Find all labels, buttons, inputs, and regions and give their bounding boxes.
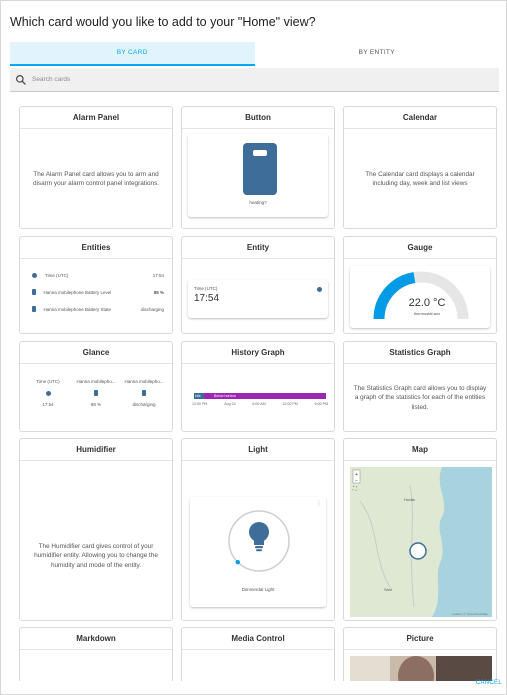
dialog-title: Which card would you like to add to your…	[10, 15, 316, 29]
history-timeline: Idle Below horizon	[194, 393, 326, 399]
card-title: Map	[344, 439, 496, 461]
history-ticks: 12:00 PM Aug 24 6:00 AM 12:00 PM 6:00 PM	[192, 402, 328, 406]
search-bar	[10, 68, 499, 92]
button-card-preview: heating?	[188, 134, 328, 217]
card-title: Button	[182, 107, 334, 129]
device-icon	[243, 143, 277, 195]
tab-by-card[interactable]: BY CARD	[10, 42, 255, 66]
glance-item: Hanna mobilepho... 88 %	[76, 379, 116, 407]
fullscreen-icon[interactable]: ⛶	[353, 486, 357, 492]
card-title: Humidifier	[20, 439, 172, 461]
card-humidifier[interactable]: Humidifier The Humidifier card gives con…	[19, 438, 173, 621]
light-name: Dimmerdal Light	[241, 587, 275, 592]
card-title: History Graph	[182, 342, 334, 364]
card-statistics-graph[interactable]: Statistics Graph The Statistics Graph ca…	[343, 341, 497, 432]
card-button[interactable]: Button heating?	[181, 106, 335, 229]
search-input[interactable]	[32, 76, 332, 83]
dialog-scrollbar[interactable]	[500, 106, 506, 681]
card-picture[interactable]: Picture	[343, 627, 497, 681]
button-label: heating?	[249, 200, 267, 205]
card-glance[interactable]: Glance Time (UTC) 17:54 Hanna mobilepho.…	[19, 341, 173, 432]
card-title: Calendar	[344, 107, 496, 129]
map-place-label: Särö	[384, 588, 393, 592]
entity-row: Time (UTC) 17:54	[32, 271, 164, 279]
card-title: Statistics Graph	[344, 342, 496, 364]
tick-label: 6:00 AM	[252, 402, 266, 406]
card-title: Alarm Panel	[20, 107, 172, 129]
entity-value: 17:54	[194, 293, 220, 304]
svg-text:−: −	[355, 478, 358, 484]
more-info-icon[interactable]: ⋮	[316, 500, 322, 507]
history-bar-below-horizon: Below horizon	[204, 393, 326, 399]
gauge-value: 22.0 °C	[408, 297, 446, 309]
map-preview: + −	[350, 467, 492, 617]
clock-icon	[45, 391, 51, 396]
card-title: Markdown	[20, 628, 172, 650]
glance-item: Time (UTC) 17:54	[36, 379, 60, 407]
card-entity[interactable]: Entity Time (UTC) 17:54	[181, 236, 335, 334]
battery-charging-icon	[142, 390, 146, 396]
tick-label: 6:00 PM	[314, 402, 328, 406]
battery-charging-icon	[32, 306, 36, 312]
card-calendar[interactable]: Calendar The Calendar card displays a ca…	[343, 106, 497, 229]
gauge-entity-name: thermostat.aux	[413, 311, 441, 316]
search-icon	[16, 74, 26, 85]
clock-icon	[32, 272, 37, 278]
card-title: Media Control	[182, 628, 334, 650]
tab-by-entity[interactable]: BY ENTITY	[255, 42, 500, 66]
card-alarm-panel[interactable]: Alarm Panel The Alarm Panel card allows …	[19, 106, 173, 229]
card-picker-grid: Alarm Panel The Alarm Panel card allows …	[19, 106, 500, 681]
entity-row: Hanna mobilephone Battery State discharg…	[32, 305, 164, 313]
clock-icon	[317, 287, 322, 292]
tick-label: 12:00 PM	[282, 402, 298, 406]
tick-label: Aug 24	[224, 402, 236, 406]
entity-row: Hanna mobilephone Battery Level 88 %	[32, 288, 164, 296]
card-title: Entities	[20, 237, 172, 259]
card-markdown[interactable]: Markdown	[19, 627, 173, 681]
card-title: Gauge	[344, 237, 496, 259]
card-description: The Calendar card displays a calendar in…	[365, 170, 475, 188]
card-description: The Humidifier card gives control of you…	[34, 542, 158, 569]
card-history-graph[interactable]: History Graph Idle Below horizon 12:00 P…	[181, 341, 335, 432]
card-title: Entity	[182, 237, 334, 259]
card-gauge[interactable]: Gauge 22.0 °C thermostat.aux	[343, 236, 497, 334]
map-place-label: Hovås	[404, 498, 415, 502]
add-card-dialog: Which card would you like to add to your…	[0, 0, 507, 695]
history-bar-idle: Idle	[194, 393, 204, 399]
card-title: Light	[182, 439, 334, 461]
battery-icon	[94, 390, 98, 396]
card-entities[interactable]: Entities Time (UTC) 17:54 Hanna mobileph…	[19, 236, 173, 334]
glance-items: Time (UTC) 17:54 Hanna mobilepho... 88 %…	[24, 379, 168, 407]
glance-item: Hanna mobilepho... discharging	[124, 379, 164, 407]
card-description: The Statistics Graph card allows you to …	[353, 384, 487, 411]
card-media-control[interactable]: Media Control	[181, 627, 335, 681]
card-description: The Alarm Panel card allows you to arm a…	[32, 170, 160, 188]
card-map[interactable]: Map + − Hovås Särö Leaflet | © OpenStree…	[343, 438, 497, 621]
picture-preview	[350, 656, 492, 681]
card-title: Picture	[344, 628, 496, 650]
card-title: Glance	[20, 342, 172, 364]
lightbulb-icon	[249, 522, 269, 552]
gauge-card-preview: 22.0 °C thermostat.aux	[350, 266, 490, 328]
cancel-button[interactable]: CANCEL	[476, 680, 502, 686]
card-light[interactable]: Light ⋮ Dimmerdal Light	[181, 438, 335, 621]
light-card-preview: ⋮ Dimmerdal Light	[190, 497, 326, 607]
battery-icon	[32, 289, 36, 295]
entity-name: Time (UTC)	[194, 286, 218, 291]
tab-bar: BY CARD BY ENTITY	[10, 42, 499, 66]
map-attribution: Leaflet | © OpenStreetMap	[452, 612, 488, 616]
entity-card-preview: Time (UTC) 17:54	[188, 280, 328, 318]
tick-label: 12:00 PM	[192, 402, 208, 406]
